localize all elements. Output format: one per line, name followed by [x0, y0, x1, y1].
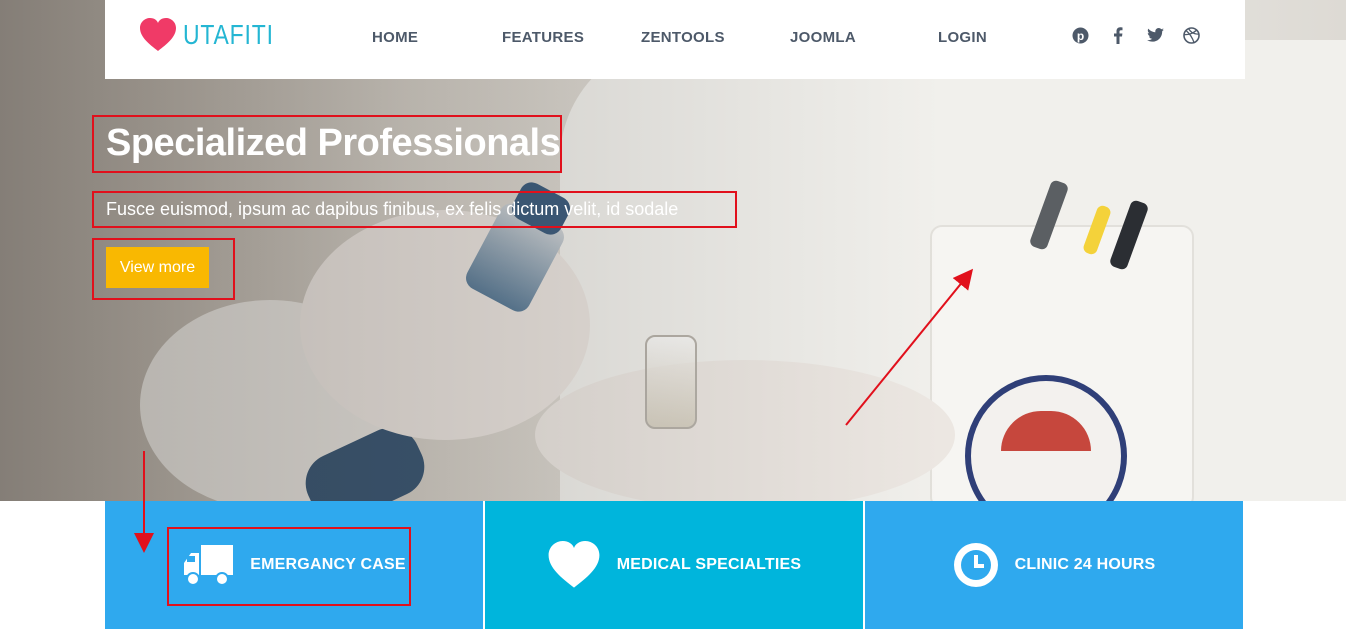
annotation-box-feature — [167, 527, 411, 606]
pinterest-icon[interactable]: p — [1070, 24, 1090, 46]
feature-clinic-24-hours[interactable]: CLINIC 24 HOURS — [865, 501, 1243, 629]
brand-name: UTAFITI — [183, 19, 274, 50]
site-header: UTAFITI HOME FEATURES ZENTOOLS JOOMLA LO… — [105, 0, 1245, 79]
annotation-box-title — [92, 115, 562, 173]
svg-text:p: p — [1076, 29, 1083, 43]
nav-item-zentools[interactable]: ZENTOOLS — [641, 29, 725, 46]
heart-logo-icon — [140, 18, 176, 51]
clock-icon — [953, 542, 999, 588]
nav-item-home[interactable]: HOME — [372, 29, 418, 46]
heart-icon — [547, 541, 601, 589]
dribbble-icon[interactable] — [1181, 24, 1201, 46]
feature-label: CLINIC 24 HOURS — [1014, 556, 1156, 573]
facebook-icon[interactable] — [1108, 24, 1128, 46]
nav-item-features[interactable]: FEATURES — [502, 29, 584, 46]
feature-label: MEDICAL SPECIALTIES — [616, 556, 802, 573]
twitter-icon[interactable] — [1145, 24, 1165, 46]
nav-item-login[interactable]: LOGIN — [938, 29, 987, 46]
annotation-box-subtitle — [92, 191, 737, 228]
nav-item-joomla[interactable]: JOOMLA — [790, 29, 856, 46]
annotation-box-button — [92, 238, 235, 300]
site-logo[interactable]: UTAFITI — [139, 18, 294, 52]
feature-medical-specialties[interactable]: MEDICAL SPECIALTIES — [485, 501, 863, 629]
